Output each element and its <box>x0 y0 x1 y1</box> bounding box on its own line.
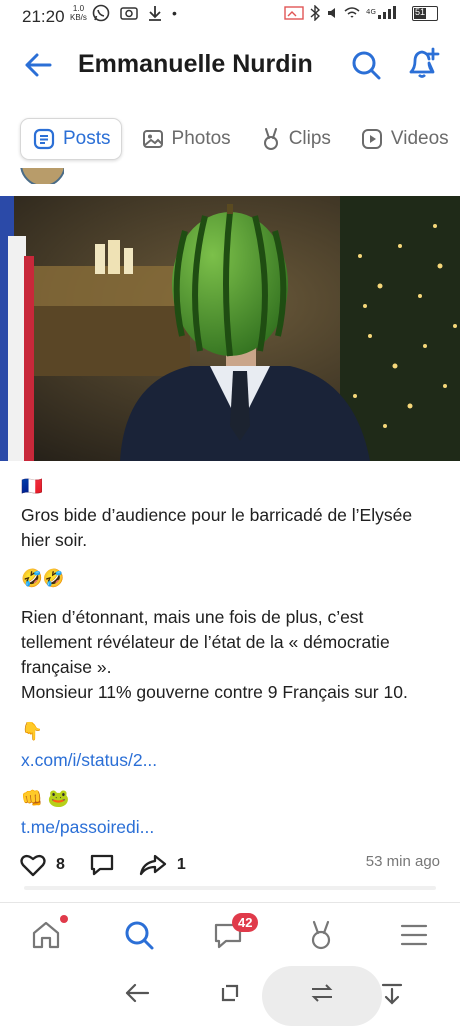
bluetooth-icon <box>310 5 320 21</box>
post-divider <box>24 886 436 890</box>
comment-icon <box>90 854 114 876</box>
tab-clips-label: Clips <box>288 128 331 149</box>
search-icon[interactable] <box>351 50 381 80</box>
tab-photos[interactable]: Photos <box>132 119 241 159</box>
repost-count: 1 <box>176 856 186 873</box>
post-image[interactable] <box>0 196 460 461</box>
profile-title: Emmanuelle Nurdin <box>78 50 313 78</box>
nav-search[interactable] <box>123 919 155 956</box>
profile-tabs: Posts Photos Clips Videos <box>20 118 460 160</box>
tab-videos-label: Videos <box>390 128 449 149</box>
repost-button[interactable]: 1 <box>139 853 186 877</box>
tab-photos-label: Photos <box>171 128 231 149</box>
system-recents-icon[interactable] <box>220 983 240 1003</box>
post-text-line: Rien d’étonnant, mais une fois de plus, … <box>21 607 364 627</box>
tab-clips[interactable]: Clips <box>251 119 341 159</box>
tab-posts-label: Posts <box>63 128 111 149</box>
post-image-illustration <box>0 196 460 461</box>
battery-icon: 51 <box>412 5 438 21</box>
network-speed-unit: KB/s <box>70 13 87 22</box>
network-speed-value: 1.0 <box>72 4 85 13</box>
tab-posts[interactable]: Posts <box>20 118 122 160</box>
screen-cast-icon <box>284 6 304 20</box>
more-dot-icon: • <box>172 5 177 21</box>
download-icon <box>149 6 161 21</box>
camera-icon <box>120 7 138 20</box>
photo-icon <box>142 130 163 148</box>
laugh-emojis: 🤣🤣 <box>21 568 65 588</box>
whatsapp-icon <box>92 4 110 22</box>
post-text-line: française ». <box>21 657 112 677</box>
battery-level: 51 <box>415 6 426 17</box>
clips-nav-icon <box>311 920 331 950</box>
follow-bell-icon[interactable] <box>406 46 440 80</box>
pointer-emoji: 👇 <box>21 721 43 741</box>
nav-menu[interactable] <box>398 919 430 956</box>
link-telegram[interactable]: t.me/passoiredi... <box>21 815 154 840</box>
share-arrow-icon <box>139 854 167 876</box>
post-paragraph-2: Rien d’étonnant, mais une fois de plus, … <box>21 605 408 705</box>
tab-videos[interactable]: Videos <box>351 119 459 159</box>
svg-text:4G: 4G <box>366 8 376 16</box>
reply-button[interactable] <box>89 853 115 877</box>
post-text-line: Gros bide d’audience pour le barricadé d… <box>21 505 413 525</box>
system-back-icon[interactable] <box>124 982 150 1004</box>
status-time: 21:20 <box>22 7 65 26</box>
nav-home[interactable] <box>30 915 68 956</box>
author-avatar[interactable] <box>20 168 64 184</box>
search-nav-icon <box>125 921 154 950</box>
post-timestamp: 53 min ago <box>365 853 440 870</box>
status-bar: 21:20 1.0 KB/s • 4G 51 <box>0 0 460 32</box>
menu-icon <box>400 924 428 946</box>
post-paragraph-1: Gros bide d’audience pour le barricadé d… <box>21 503 412 553</box>
post-actions: 8 1 53 min ago <box>20 850 440 880</box>
post-text-line: tellement révélateur de l’état de la « d… <box>21 632 390 652</box>
bottom-nav: 42 <box>0 902 460 965</box>
system-notification-pull-icon[interactable] <box>380 982 404 1006</box>
like-count: 8 <box>56 856 65 873</box>
system-switch-icon[interactable] <box>310 984 334 1002</box>
clips-icon <box>263 128 278 150</box>
like-button[interactable]: 8 <box>20 853 65 877</box>
post-text-line: Monsieur 11% gouverne contre 9 Français … <box>21 682 408 702</box>
heart-icon <box>20 854 46 877</box>
back-arrow-icon[interactable] <box>24 52 52 78</box>
nav-messages[interactable]: 42 <box>212 913 259 956</box>
network-speed: 1.0 KB/s <box>70 4 87 22</box>
system-nav-bar <box>0 964 460 1026</box>
wifi-icon <box>344 7 360 18</box>
nav-clips[interactable] <box>306 919 336 956</box>
messages-badge: 42 <box>232 913 259 932</box>
mute-icon <box>328 8 335 18</box>
link-x-status[interactable]: x.com/i/status/2... <box>21 748 157 773</box>
fist-frog-emojis: 👊 🐸 <box>21 788 70 808</box>
home-icon <box>32 921 60 949</box>
notification-dot <box>60 915 68 923</box>
post-text-line: hier soir. <box>21 530 88 550</box>
posts-icon <box>33 128 55 150</box>
flag-emoji: 🇫🇷 <box>21 476 43 496</box>
app-bar: Emmanuelle Nurdin <box>0 36 460 96</box>
signal-icon: 4G <box>366 6 396 19</box>
video-icon <box>361 129 382 149</box>
